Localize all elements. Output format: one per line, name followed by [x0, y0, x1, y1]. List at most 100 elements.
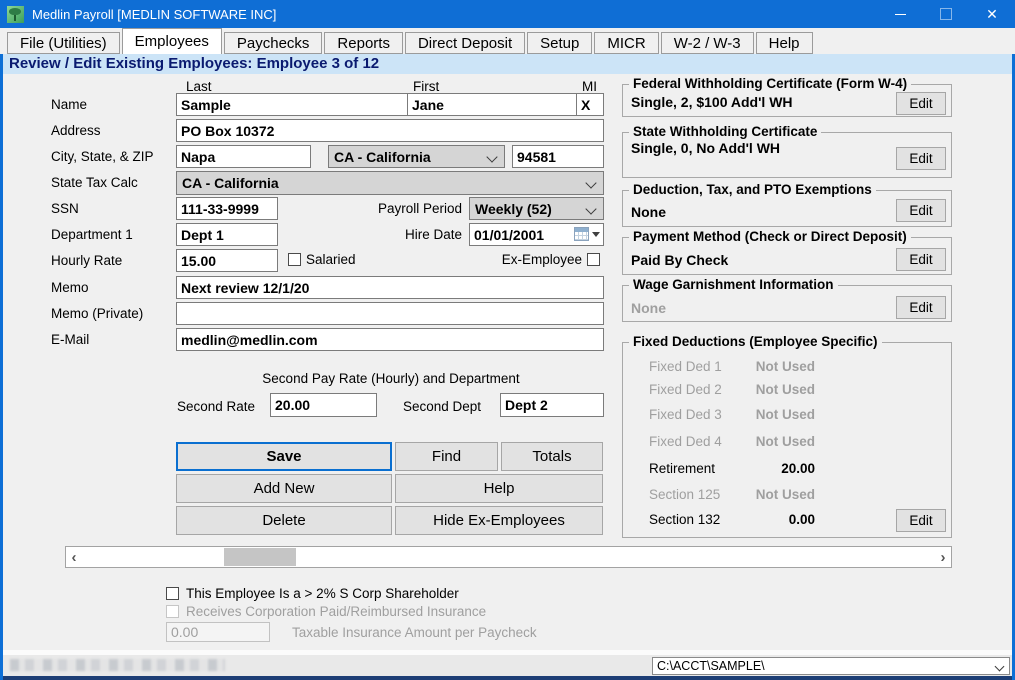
section132-edit-button[interactable]: Edit — [896, 509, 946, 532]
tab-help[interactable]: Help — [756, 32, 813, 54]
data-path-select[interactable]: C:\ACCT\SAMPLE\ — [652, 657, 1010, 675]
close-icon: ✕ — [986, 7, 998, 21]
exemptions-title: Deduction, Tax, and PTO Exemptions — [629, 182, 876, 197]
salaried-label: Salaried — [306, 252, 356, 267]
exemptions-value: None — [631, 204, 666, 220]
chevron-down-icon — [995, 662, 1005, 672]
memo-private-label: Memo (Private) — [51, 306, 143, 321]
fixed-deductions-title: Fixed Deductions (Employee Specific) — [629, 334, 882, 349]
state-tax-calc-label: State Tax Calc — [51, 175, 138, 190]
maximize-button[interactable] — [923, 0, 969, 28]
scrollbar-left-arrow-icon[interactable]: ‹ — [66, 547, 82, 567]
tab-direct-deposit[interactable]: Direct Deposit — [405, 32, 525, 54]
second-rate-input[interactable] — [270, 393, 377, 417]
name-label: Name — [51, 97, 87, 112]
second-dept-input[interactable] — [500, 393, 604, 417]
tab-reports[interactable]: Reports — [324, 32, 403, 54]
tab-w2-w3[interactable]: W-2 / W-3 — [661, 32, 754, 54]
window-title: Medlin Payroll [MEDLIN SOFTWARE INC] — [32, 7, 276, 22]
address-input[interactable] — [176, 119, 604, 142]
exemptions-edit-button[interactable]: Edit — [896, 199, 946, 222]
ssn-input[interactable] — [176, 197, 278, 220]
payroll-period-value: Weekly (52) — [475, 201, 552, 217]
email-input[interactable] — [176, 328, 604, 351]
employee-scrollbar[interactable]: ‹ › — [65, 546, 952, 568]
memo-input[interactable] — [176, 276, 604, 299]
city-state-zip-label: City, State, & ZIP — [51, 149, 154, 164]
payment-method-edit-button[interactable]: Edit — [896, 248, 946, 271]
save-button[interactable]: Save — [176, 442, 392, 471]
chevron-down-icon — [585, 177, 596, 188]
close-button[interactable]: ✕ — [969, 0, 1015, 28]
middle-initial-input[interactable] — [576, 93, 604, 116]
hire-date-picker-button[interactable] — [574, 227, 600, 241]
garnishment-edit-button[interactable]: Edit — [896, 296, 946, 319]
ex-employee-label: Ex-Employee — [478, 252, 582, 267]
chevron-down-icon — [592, 232, 600, 237]
ex-employee-checkbox[interactable] — [587, 253, 600, 266]
second-pay-title: Second Pay Rate (Hourly) and Department — [178, 371, 604, 386]
scrollbar-right-arrow-icon[interactable]: › — [935, 547, 951, 567]
section125-value: Not Used — [683, 487, 815, 502]
tab-paychecks[interactable]: Paychecks — [224, 32, 323, 54]
first-name-input[interactable] — [407, 93, 577, 116]
state-withholding-title: State Withholding Certificate — [629, 124, 821, 139]
insurance-amount-input — [166, 622, 270, 642]
titlebar: Medlin Payroll [MEDLIN SOFTWARE INC] ✕ — [0, 0, 1015, 28]
page-title: Review / Edit Existing Employees: Employ… — [0, 54, 1015, 74]
state-tax-calc-select[interactable]: CA - California — [176, 171, 604, 195]
city-input[interactable] — [176, 145, 311, 168]
payroll-period-label: Payroll Period — [352, 201, 462, 216]
federal-withholding-value: Single, 2, $100 Add'l WH — [631, 94, 793, 110]
data-path-value: C:\ACCT\SAMPLE\ — [657, 659, 765, 673]
last-name-input[interactable] — [176, 93, 408, 116]
email-label: E-Mail — [51, 332, 89, 347]
add-new-button[interactable]: Add New — [176, 474, 392, 503]
salaried-checkbox[interactable] — [288, 253, 301, 266]
maximize-icon — [940, 8, 952, 20]
hire-date-input[interactable]: 01/01/2001 — [469, 223, 604, 246]
help-button[interactable]: Help — [395, 474, 603, 503]
payroll-period-select[interactable]: Weekly (52) — [469, 197, 604, 220]
state-edit-button[interactable]: Edit — [896, 147, 946, 170]
payment-method-value: Paid By Check — [631, 252, 728, 268]
hire-date-label: Hire Date — [352, 227, 462, 242]
federal-withholding-title: Federal Withholding Certificate (Form W-… — [629, 76, 911, 91]
statusbar: C:\ACCT\SAMPLE\ — [0, 655, 1015, 676]
chevron-down-icon — [486, 151, 497, 162]
tab-bar: File (Utilities) Employees Paychecks Rep… — [0, 28, 1015, 54]
totals-button[interactable]: Totals — [501, 442, 603, 471]
scorp-shareholder-checkbox[interactable] — [166, 587, 179, 600]
tab-micr[interactable]: MICR — [594, 32, 658, 54]
hide-ex-employees-button[interactable]: Hide Ex-Employees — [395, 506, 603, 535]
memo-private-input[interactable] — [176, 302, 604, 325]
tab-setup[interactable]: Setup — [527, 32, 592, 54]
zip-input[interactable] — [512, 145, 604, 168]
tab-employees[interactable]: Employees — [122, 28, 222, 54]
ssn-label: SSN — [51, 201, 79, 216]
tab-file-utilities[interactable]: File (Utilities) — [7, 32, 120, 54]
chevron-down-icon — [585, 203, 596, 214]
fieldset-exemptions: Deduction, Tax, and PTO Exemptions None … — [622, 190, 952, 227]
state-select[interactable]: CA - California — [328, 145, 505, 168]
fieldset-fixed-deductions: Fixed Deductions (Employee Specific) Fix… — [622, 342, 952, 538]
federal-edit-button[interactable]: Edit — [896, 92, 946, 115]
memo-label: Memo — [51, 280, 89, 295]
window-left-border — [0, 54, 3, 680]
hourly-rate-label: Hourly Rate — [51, 253, 122, 268]
fieldset-state-withholding: State Withholding Certificate Single, 0,… — [622, 132, 952, 178]
fieldset-payment-method: Payment Method (Check or Direct Deposit)… — [622, 237, 952, 275]
department1-input[interactable] — [176, 223, 278, 246]
delete-button[interactable]: Delete — [176, 506, 392, 535]
section132-value: 0.00 — [683, 512, 815, 527]
state-withholding-value: Single, 0, No Add'l WH — [631, 140, 780, 156]
second-dept-label: Second Dept — [403, 399, 481, 414]
find-button[interactable]: Find — [395, 442, 498, 471]
insurance-label: Receives Corporation Paid/Reimbursed Ins… — [186, 604, 486, 619]
window-controls: ✕ — [877, 0, 1015, 28]
state-select-value: CA - California — [334, 149, 431, 165]
middle-initial-header: MI — [582, 79, 597, 94]
hourly-rate-input[interactable] — [176, 249, 278, 272]
scrollbar-thumb[interactable] — [224, 548, 296, 566]
minimize-button[interactable] — [877, 0, 923, 28]
